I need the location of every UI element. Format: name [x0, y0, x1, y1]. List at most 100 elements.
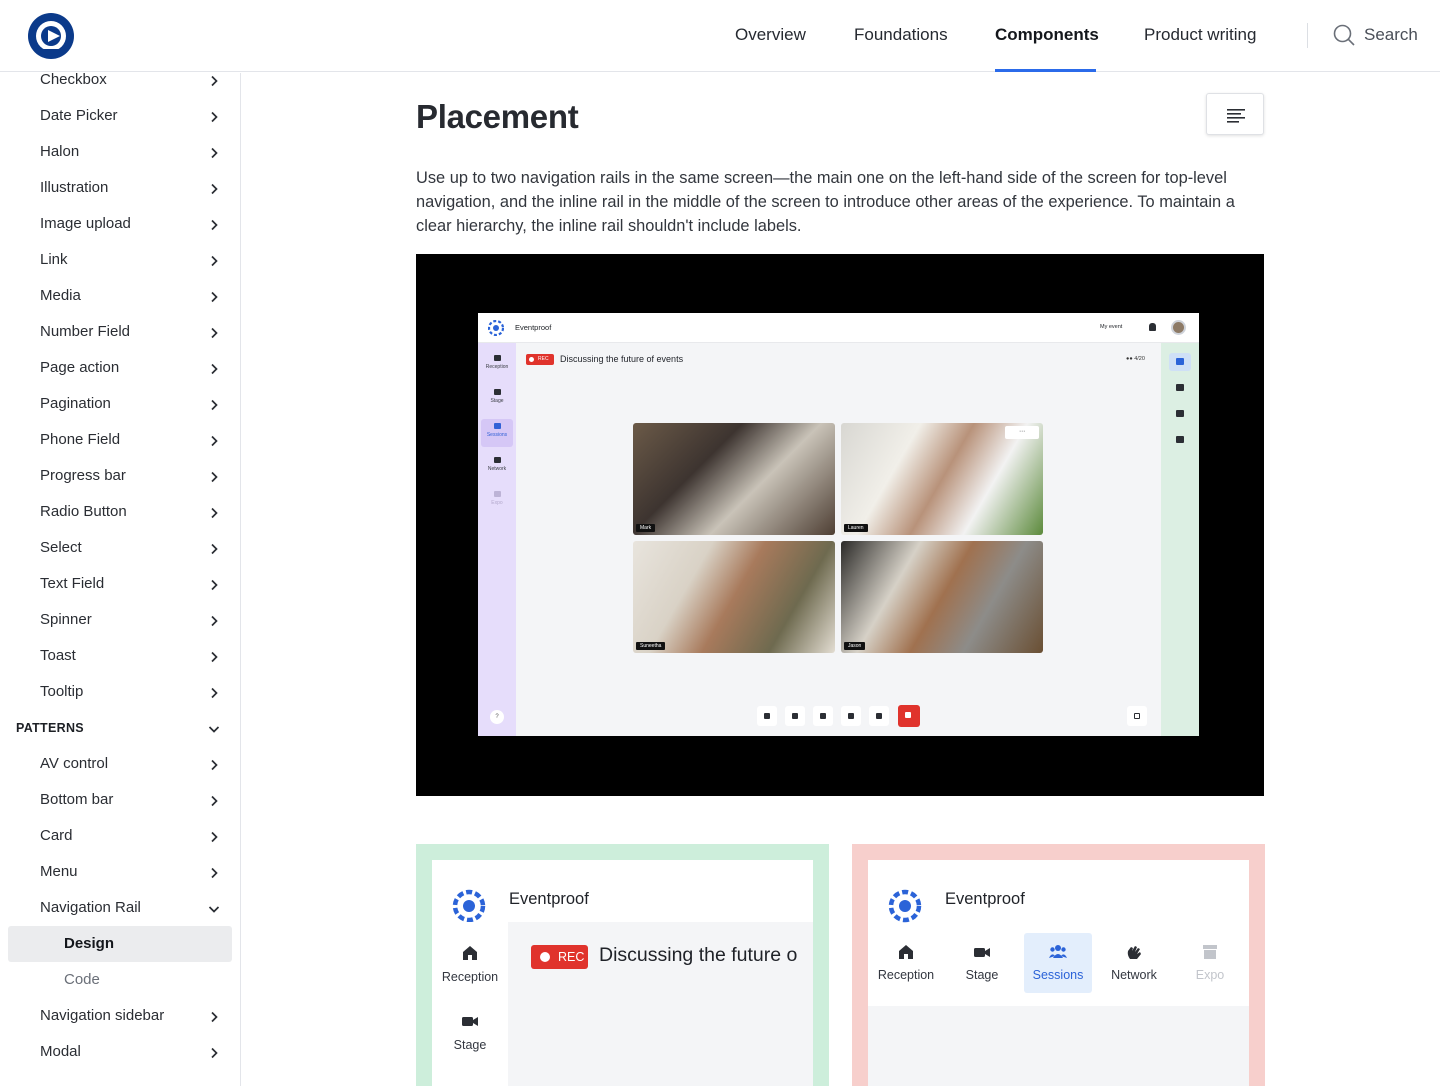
sidebar-item-tooltip[interactable]: Tooltip: [0, 674, 240, 710]
participant-name: Jason: [844, 642, 866, 650]
chevron-right-icon: [208, 578, 220, 591]
chevron-right-icon: [208, 794, 220, 807]
sidebar-item-page-action[interactable]: Page action: [0, 350, 240, 386]
example-app-frame: Eventproof Reception Stage REC Discussin…: [432, 860, 813, 1086]
sidebar-item-text-field[interactable]: Text Field: [0, 566, 240, 602]
nav-product-writing[interactable]: Product writing: [1144, 25, 1256, 45]
sidebar-item-label: Select: [40, 539, 82, 556]
sidebar-item-label: Image upload: [40, 215, 131, 232]
sidebar-item-menu[interactable]: Menu: [0, 854, 240, 890]
sidebar-nav: Checkbox Date Picker Halon Illustration Imag…: [0, 73, 241, 1086]
sidebar-item-number-field[interactable]: Number Field: [0, 314, 240, 350]
sidebar-item-code[interactable]: Code: [0, 962, 240, 998]
mic-icon: [764, 713, 770, 719]
participant-name: Mark: [636, 524, 656, 532]
table-of-contents-button[interactable]: [1206, 93, 1264, 135]
sidebar-item-checkbox[interactable]: Checkbox: [0, 73, 240, 98]
sidebar-item-illustration[interactable]: Illustration: [0, 170, 240, 206]
eventproof-logo-icon: [488, 320, 504, 336]
chevron-down-icon: [208, 902, 220, 914]
captions-button: [841, 706, 861, 726]
sidebar-item-radio-button[interactable]: Radio Button: [0, 494, 240, 530]
camera-button: [785, 706, 805, 726]
qa-icon: [1176, 410, 1184, 417]
sidebar-item-label: Menu: [40, 863, 78, 880]
nav-components[interactable]: Components: [995, 25, 1099, 45]
chevron-right-icon: [208, 1046, 220, 1059]
sidebar-item-spinner[interactable]: Spinner: [0, 602, 240, 638]
video-tile: Jason: [841, 541, 1043, 653]
more-button: [869, 706, 889, 726]
sidebar-item-pagination[interactable]: Pagination: [0, 386, 240, 422]
sidebar-item-design[interactable]: Design: [8, 926, 232, 962]
search-button[interactable]: Search: [1333, 24, 1418, 46]
sidebar-item-label: Spinner: [40, 611, 92, 628]
chevron-right-icon: [208, 182, 220, 195]
eventproof-logo-icon: [452, 889, 486, 923]
chevron-right-icon: [208, 434, 220, 447]
nav-foundations[interactable]: Foundations: [854, 25, 948, 45]
tab-reception: Reception: [872, 933, 940, 993]
chevron-right-icon: [208, 506, 220, 519]
rec-badge: REC: [526, 354, 554, 365]
sidebar-item-image-upload[interactable]: Image upload: [0, 206, 240, 242]
sidebar-item-link[interactable]: Link: [0, 242, 240, 278]
home-icon: [463, 946, 477, 960]
chevron-right-icon: [208, 1010, 220, 1023]
rail-item-stage: Stage: [432, 1012, 508, 1052]
rail-item-reception: Reception: [478, 355, 516, 370]
sidebar-item-select[interactable]: Select: [0, 530, 240, 566]
fullscreen-icon: [1134, 713, 1140, 719]
sidebar-item-navigation-rail[interactable]: Navigation Rail: [0, 890, 240, 926]
content-area: [868, 1006, 1249, 1086]
exit-icon: [905, 712, 911, 718]
mic-button: [757, 706, 777, 726]
waving-hand-icon: [1127, 946, 1141, 959]
sidebar-item-halon[interactable]: Halon: [0, 134, 240, 170]
people-group-icon: [1049, 945, 1067, 958]
inline-navigation-rail: [1161, 343, 1199, 736]
sidebar-item-label: Halon: [40, 143, 80, 160]
attendee-count: ●● 4/20: [1126, 356, 1145, 362]
sidebar-item-date-picker[interactable]: Date Picker: [0, 98, 240, 134]
sidebar-item-toast[interactable]: Toast: [0, 638, 240, 674]
sidebar-item-navigation-sidebar[interactable]: Navigation sidebar: [0, 998, 240, 1034]
active-nav-indicator: [995, 69, 1096, 72]
tab-stage: Stage: [948, 933, 1016, 993]
avatar: [1171, 320, 1186, 335]
sidebar-item-label: Illustration: [40, 179, 109, 196]
chevron-right-icon: [208, 866, 220, 879]
nav-divider: [1307, 23, 1308, 48]
sidebar-item-media[interactable]: Media: [0, 278, 240, 314]
people-icon: [493, 423, 501, 429]
navigation-rail: Reception Stage: [432, 922, 508, 1086]
chevron-right-icon: [208, 110, 220, 123]
sidebar-item-phone-field[interactable]: Phone Field: [0, 422, 240, 458]
eventproof-logo-icon: [888, 889, 922, 923]
sidebar-item-label: Tooltip: [40, 683, 84, 700]
event-menu: My event: [1100, 324, 1123, 330]
rail-item-expo: Expo: [478, 491, 516, 506]
chevron-down-icon: [208, 722, 220, 734]
nav-overview[interactable]: Overview: [735, 25, 806, 45]
brand-name: Eventproof: [945, 890, 1025, 908]
sidebar-item-label: Phone Field: [40, 431, 121, 448]
brand-logo[interactable]: [27, 11, 75, 61]
search-icon: [1333, 24, 1355, 46]
screen-share-icon: [820, 713, 826, 719]
sidebar-item-bottom-bar[interactable]: Bottom bar: [0, 782, 240, 818]
sidebar-item-modal[interactable]: Modal: [0, 1034, 240, 1070]
chevron-right-icon: [208, 614, 220, 627]
store-icon: [493, 491, 501, 497]
av-controls: [478, 705, 1199, 727]
sidebar-section-patterns[interactable]: PATTERNS: [0, 710, 240, 746]
session-title: Discussing the future o: [599, 944, 798, 966]
sidebar-item-label: Progress bar: [40, 467, 126, 484]
sidebar-item-card[interactable]: Card: [0, 818, 240, 854]
sidebar-item-progress-bar[interactable]: Progress bar: [0, 458, 240, 494]
sidebar-item-label: Checkbox: [40, 73, 107, 88]
chevron-right-icon: [208, 542, 220, 555]
sidebar-item-av-control[interactable]: AV control: [0, 746, 240, 782]
share-button: [813, 706, 833, 726]
search-label: Search: [1364, 25, 1418, 44]
